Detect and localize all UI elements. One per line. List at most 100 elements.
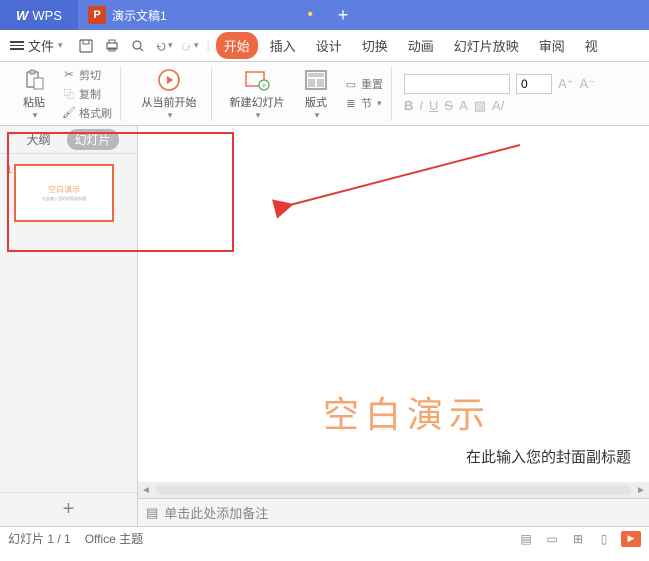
font-group: A⁺ A⁻ B I U S A ▧ A/: [398, 66, 601, 121]
slide-subtitle-text[interactable]: 在此输入您的封面副标题: [466, 446, 631, 467]
tab-animation[interactable]: 动画: [400, 32, 442, 59]
plus-icon: +: [338, 5, 349, 26]
slideshow-group: 从当前开始: [127, 66, 212, 121]
slide-canvas[interactable]: 空白演示 在此输入您的封面副标题: [138, 126, 649, 482]
font-color-button[interactable]: A: [459, 98, 468, 113]
paste-label: 粘贴: [23, 94, 45, 110]
slide-title-text[interactable]: 空白演示: [323, 386, 491, 438]
save-icon[interactable]: [77, 37, 95, 55]
tab-insert[interactable]: 插入: [262, 32, 304, 59]
scroll-track[interactable]: [156, 485, 631, 495]
notes-bar[interactable]: ▤ 单击此处添加备注: [138, 498, 649, 526]
from-current-button[interactable]: 从当前开始: [133, 66, 205, 122]
plus-icon: +: [63, 498, 75, 521]
add-slide-button[interactable]: +: [0, 492, 137, 526]
new-slide-icon: +: [244, 67, 270, 93]
scroll-left-icon[interactable]: ◄: [138, 485, 154, 496]
cut-button[interactable]: ✂剪切: [60, 66, 114, 84]
wps-label: WPS: [32, 8, 62, 23]
thumbnails-list: 1 空白演示 在此输入您的封面副标题: [0, 154, 137, 492]
scroll-right-icon[interactable]: ►: [633, 485, 649, 496]
clipboard-group: 粘贴 ✂剪切 ⿻复制 🖌格式刷: [6, 66, 121, 121]
normal-view-icon[interactable]: ▭: [543, 530, 561, 548]
quick-access-toolbar: [77, 37, 199, 55]
italic-button[interactable]: I: [419, 98, 423, 113]
ribbon-tabs: 开始 插入 设计 切换 动画 幻灯片放映 审阅 视: [216, 32, 606, 59]
tab-review[interactable]: 审阅: [531, 32, 573, 59]
font-size-input[interactable]: [516, 74, 552, 94]
document-tab[interactable]: P 演示文稿1 •: [78, 0, 323, 30]
left-panel: 大纲 幻灯片 1 空白演示 在此输入您的封面副标题 +: [0, 126, 138, 526]
paste-button[interactable]: 粘贴: [12, 66, 56, 122]
notes-toggle-icon[interactable]: ▤: [517, 530, 535, 548]
copy-button[interactable]: ⿻复制: [60, 85, 114, 103]
copy-icon: ⿻: [62, 87, 76, 101]
bold-button[interactable]: B: [404, 98, 413, 113]
slide-counter: 幻灯片 1 / 1: [8, 530, 71, 547]
format-painter-button[interactable]: 🖌格式刷: [60, 104, 114, 122]
clear-format-button[interactable]: A/: [492, 98, 504, 113]
layout-button[interactable]: 版式: [294, 66, 338, 122]
new-tab-button[interactable]: +: [323, 0, 363, 30]
notes-icon: ▤: [146, 505, 158, 521]
brush-icon: 🖌: [62, 106, 76, 120]
file-label: 文件: [28, 36, 54, 55]
print-preview-icon[interactable]: [129, 37, 147, 55]
file-menu[interactable]: 文件 ▾: [4, 34, 69, 57]
print-icon[interactable]: [103, 37, 121, 55]
from-current-label: 从当前开始: [142, 94, 197, 110]
reset-button[interactable]: ▭重置: [342, 75, 385, 93]
outline-tab[interactable]: 大纲: [18, 129, 58, 150]
increase-font-button[interactable]: A⁺: [558, 76, 574, 92]
reading-view-icon[interactable]: ▯: [595, 530, 613, 548]
horizontal-scrollbar[interactable]: ◄ ►: [138, 482, 649, 498]
section-icon: ≣: [344, 96, 358, 110]
chevron-down-icon: ▾: [58, 40, 63, 51]
paste-icon: [21, 67, 47, 93]
title-bar: W WPS P 演示文稿1 • +: [0, 0, 649, 30]
reset-icon: ▭: [344, 77, 358, 91]
underline-button[interactable]: U: [429, 98, 438, 113]
thumb-subtitle: 在此输入您的封面副标题: [42, 196, 86, 202]
menu-bar: 文件 ▾ | 开始 插入 设计 切换 动画 幻灯片放映 审阅 视: [0, 30, 649, 62]
tab-start[interactable]: 开始: [216, 32, 258, 59]
thumb-number: 1: [6, 164, 12, 176]
workspace: 大纲 幻灯片 1 空白演示 在此输入您的封面副标题 + 空白演示 在此输入您的封…: [0, 126, 649, 526]
svg-text:+: +: [262, 81, 267, 90]
titlebar-spacer: [363, 0, 649, 30]
section-button[interactable]: ≣节: [342, 94, 385, 112]
theme-name: Office 主题: [85, 530, 143, 547]
decrease-font-button[interactable]: A⁻: [580, 76, 596, 92]
wps-logo-icon: W: [16, 8, 28, 23]
thumb-title: 空白演示: [48, 184, 80, 195]
editor-area: 空白演示 在此输入您的封面副标题 ◄ ► ▤ 单击此处添加备注: [138, 126, 649, 526]
font-name-input[interactable]: [404, 74, 510, 94]
slideshow-button[interactable]: ▶: [621, 531, 641, 547]
notes-placeholder: 单击此处添加备注: [164, 503, 268, 522]
tab-design[interactable]: 设计: [308, 32, 350, 59]
strike-button[interactable]: S: [444, 98, 453, 113]
modified-indicator-icon: •: [307, 6, 313, 24]
ribbon: 粘贴 ✂剪切 ⿻复制 🖌格式刷 从当前开始 + 新建幻灯片 版式 ▭重置 ≣节: [0, 62, 649, 126]
wps-home-button[interactable]: W WPS: [0, 0, 78, 30]
new-slide-button[interactable]: + 新建幻灯片: [224, 66, 290, 122]
layout-label: 版式: [305, 94, 327, 110]
undo-button[interactable]: [155, 37, 173, 55]
slides-tab[interactable]: 幻灯片: [67, 129, 119, 150]
redo-button[interactable]: [181, 37, 199, 55]
layout-icon: [303, 67, 329, 93]
hamburger-icon: [10, 39, 24, 52]
presentation-icon: P: [88, 6, 106, 24]
tab-view[interactable]: 视: [577, 32, 606, 59]
tab-transition[interactable]: 切换: [354, 32, 396, 59]
play-icon: [156, 67, 182, 93]
highlight-button[interactable]: ▧: [474, 98, 486, 114]
slide-thumbnail[interactable]: 空白演示 在此输入您的封面副标题: [14, 164, 114, 222]
document-title: 演示文稿1: [112, 7, 167, 24]
tab-slideshow[interactable]: 幻灯片放映: [446, 32, 527, 59]
sorter-view-icon[interactable]: ⊞: [569, 530, 587, 548]
status-bar: 幻灯片 1 / 1 Office 主题 ▤ ▭ ⊞ ▯ ▶: [0, 526, 649, 550]
slides-group: + 新建幻灯片 版式 ▭重置 ≣节: [218, 66, 392, 121]
panel-tabs: 大纲 幻灯片: [0, 126, 137, 154]
cut-icon: ✂: [62, 68, 76, 82]
